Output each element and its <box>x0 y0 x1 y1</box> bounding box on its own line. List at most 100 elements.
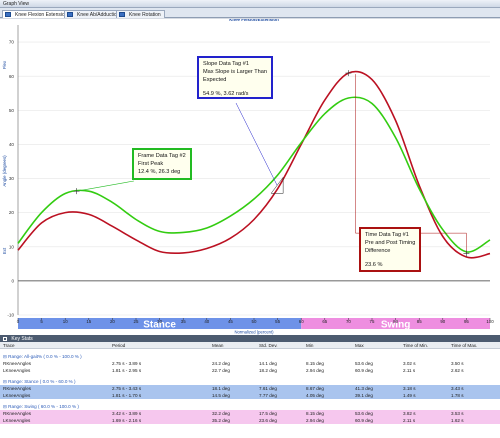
stats-cell: 3.53 s <box>451 411 464 416</box>
x-tick-label: 70 <box>346 319 351 324</box>
tab-knee-ab-adduction[interactable]: Knee Ab/Adduction <box>64 10 124 18</box>
stats-cell: 8.15 deg <box>306 361 324 366</box>
tag-line: 12.4 %, 26.3 deg <box>138 169 181 176</box>
max-marker <box>345 70 352 77</box>
stats-group-header[interactable]: ⊟ Range: Swing ( 60.0 % - 100.0 % ) <box>0 403 500 410</box>
x-tick-label: 75 <box>370 319 375 324</box>
tag-title: Time Data Tag #1 <box>365 232 409 238</box>
tag-line: Max Slope is Larger Than <box>203 69 267 76</box>
stats-cell: 2.94 deg <box>306 368 324 373</box>
tab-bar: Knee Flexion Extension Knee Ab/Adduction… <box>0 8 500 18</box>
x-tick-label: 85 <box>417 319 422 324</box>
stats-cell: 7.61 deg <box>259 386 277 391</box>
stats-cell: 3.82 s <box>403 411 416 416</box>
col-time-max[interactable]: Time of Max. <box>451 342 477 349</box>
graph-icon <box>119 12 125 17</box>
stats-group-label: ⊟ Range: Swing ( 60.0 % - 100.0 % ) <box>3 404 79 409</box>
stats-row[interactable]: LKneeAngles 1.81 s - 2.95 s 22.7 deg 18.2 d… <box>0 367 500 374</box>
y-axis-bottom-label: Ext <box>2 247 7 254</box>
frame-tag-marker <box>73 188 80 195</box>
x-tick-label: 20 <box>110 319 115 324</box>
x-tick-label: 80 <box>393 319 398 324</box>
stats-row[interactable]: RKneeAngles 2.75 s - 3.43 s 18.1 deg 7.61 d… <box>0 385 500 392</box>
stats-cell: 17.5 deg <box>259 411 277 416</box>
y-tick-label: -10 <box>7 313 14 318</box>
stats-cell: 3.50 s <box>451 361 464 366</box>
stats-cell: 2.94 deg <box>306 418 324 423</box>
tag-line: 23.6 % <box>365 262 383 269</box>
frame-data-tag[interactable]: Frame Data Tag #2 First Peak 12.4 %, 26.… <box>132 148 192 181</box>
col-min[interactable]: Min <box>306 342 313 349</box>
stats-cell: RKneeAngles <box>3 386 32 391</box>
x-tick-label: 50 <box>252 319 257 324</box>
stats-row[interactable]: RKneeAngles 3.42 s - 3.89 s 32.2 deg 17.5 d… <box>0 410 500 417</box>
stats-group-header[interactable]: ⊟ Range: Stance ( 0.0 % - 60.0 % ) <box>0 378 500 385</box>
stats-cell: 53.6 deg <box>355 361 373 366</box>
stats-cell: 1.78 s <box>451 393 464 398</box>
tag-line: 54.9 %, 3.62 rad/s <box>203 91 249 98</box>
tab-knee-flexion-extension[interactable]: Knee Flexion Extension <box>2 10 72 18</box>
graph-icon <box>5 12 11 17</box>
stats-cell: 1.81 s - 1.70 s <box>112 393 142 398</box>
y-tick-label: 20 <box>9 210 15 215</box>
chart-title: Knee Flexion/Extension <box>229 19 279 22</box>
stats-cell: LKneeAngles <box>3 418 31 423</box>
col-mean[interactable]: Mean <box>212 342 224 349</box>
stats-row[interactable]: LKneeAngles 1.69 s - 2.16 s 35.2 deg 23.6 d… <box>0 417 500 424</box>
x-tick-label: 10 <box>63 319 68 324</box>
time-data-tag[interactable]: Time Data Tag #1 Pre and Post Timing Dif… <box>359 227 422 272</box>
stats-group-header[interactable]: ⊟ Range: All-gait% ( 0.0 % - 100.0 % ) <box>0 353 500 360</box>
stats-group-label: ⊟ Range: All-gait% ( 0.0 % - 100.0 % ) <box>3 354 82 359</box>
stats-cell: 1.69 s - 2.16 s <box>112 418 142 423</box>
x-axis-label: Normalized (percent) <box>234 330 274 335</box>
y-axis-label: Angle (degrees) <box>2 155 7 187</box>
x-tick-label: 25 <box>134 319 139 324</box>
key-stats-panel: Key Stats Trace Period Mean Std. Dev. Mi… <box>0 335 500 438</box>
tag-title: Frame Data Tag #2 <box>138 153 186 159</box>
stats-cell: 23.6 deg <box>259 418 277 423</box>
stats-column-headers: Trace Period Mean Std. Dev. Min Max Time… <box>0 342 500 349</box>
col-period[interactable]: Period <box>112 342 125 349</box>
key-stats-header: Key Stats <box>0 335 500 342</box>
stats-cell: 3.02 s <box>403 361 416 366</box>
col-trace[interactable]: Trace <box>3 342 15 349</box>
stats-row[interactable]: LKneeAngles 1.81 s - 1.70 s 14.5 deg 7.77 d… <box>0 392 500 399</box>
stats-cell: 2.11 s <box>403 368 416 373</box>
stats-cell: 22.7 deg <box>212 368 230 373</box>
graph-icon <box>67 12 73 17</box>
stats-row[interactable]: RKneeAngles 2.75 s - 3.89 s 24.2 deg 14.1 d… <box>0 360 500 367</box>
chart-area[interactable]: -10 0 10 20 30 40 50 60 70 Knee Flexion/Extension… <box>0 19 500 335</box>
tag-line: Expected <box>203 77 227 84</box>
col-std-dev[interactable]: Std. Dev. <box>259 342 278 349</box>
y-tick-label: 50 <box>9 108 15 113</box>
stats-cell: 2.11 s <box>403 418 416 423</box>
stats-cell: 1.81 s - 2.95 s <box>112 368 142 373</box>
y-axis-top-label: Flex <box>2 60 7 69</box>
x-tick-label: 45 <box>228 319 233 324</box>
x-tick-label: 40 <box>204 319 209 324</box>
col-max[interactable]: Max <box>355 342 364 349</box>
tab-knee-rotation[interactable]: Knee Rotation <box>116 10 165 18</box>
y-tick-label: 70 <box>9 40 15 45</box>
x-tick-label: 35 <box>181 319 186 324</box>
stats-cell: 2.75 s - 3.43 s <box>112 386 142 391</box>
stats-cell: 60.9 deg <box>355 418 373 423</box>
stats-cell: 8.15 deg <box>306 411 324 416</box>
stats-cell: 35.2 deg <box>212 418 230 423</box>
stats-cell: 14.1 deg <box>259 361 277 366</box>
stats-cell: 8.67 deg <box>306 386 324 391</box>
x-tick-label: 15 <box>86 319 91 324</box>
y-tick-label: 10 <box>9 244 15 249</box>
x-tick-label: 55 <box>275 319 280 324</box>
slope-data-tag[interactable]: Slope Data Tag #1 Max Slope is Larger Th… <box>197 56 273 99</box>
stats-cell: 2.75 s - 3.89 s <box>112 361 142 366</box>
collapse-icon[interactable] <box>3 336 7 341</box>
stats-cell: 18.2 deg <box>259 368 277 373</box>
stats-cell: 1.49 s <box>403 393 416 398</box>
tag-line: Pre and Post Timing <box>365 240 416 247</box>
col-time-min[interactable]: Time of Min. <box>403 342 428 349</box>
stats-cell: 18.1 deg <box>212 386 230 391</box>
stats-cell: LKneeAngles <box>3 368 31 373</box>
window-titlebar: Graph View <box>0 0 500 8</box>
stats-cell: 3.42 s - 3.89 s <box>112 411 142 416</box>
